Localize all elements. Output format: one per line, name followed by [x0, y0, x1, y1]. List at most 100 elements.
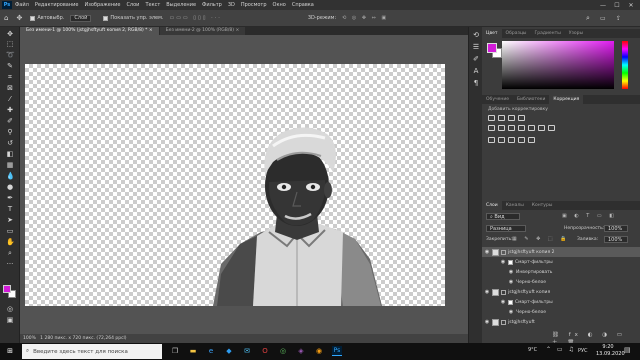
language-indicator[interactable]: РУС — [578, 348, 588, 354]
move-tool-icon[interactable]: ✥ — [16, 14, 22, 22]
mail-icon[interactable]: ✉ — [242, 346, 252, 356]
windows-start-icon[interactable]: ⊞ — [5, 346, 15, 356]
share-icon[interactable]: ⇪ — [616, 15, 621, 22]
store-icon[interactable]: ◆ — [224, 346, 234, 356]
eyedropper-tool-icon[interactable]: ⁄ — [6, 95, 14, 103]
tab-learn[interactable]: Обучение — [482, 95, 513, 104]
color-balance-icon[interactable] — [508, 125, 515, 131]
taskbar-search[interactable]: ⌕ Введите здесь текст для поиска — [22, 344, 162, 359]
layer-select-dropdown[interactable]: Слой — [70, 14, 92, 22]
edge-icon[interactable]: e — [206, 346, 216, 356]
layer-row[interactable]: ◉ Инвертировать — [482, 267, 640, 277]
brush-settings-icon[interactable]: ✐ — [472, 55, 480, 63]
type-tool-icon[interactable]: T — [6, 205, 14, 213]
maximize-button[interactable]: ☐ — [610, 0, 624, 10]
color-field[interactable] — [502, 41, 614, 89]
paragraph-panel-icon[interactable]: ¶ — [472, 79, 480, 87]
crop-tool-icon[interactable]: ⌗ — [6, 73, 14, 81]
photoshop-taskbar-icon[interactable]: Ps — [332, 346, 342, 356]
clone-stamp-tool-icon[interactable]: ⚲ — [6, 128, 14, 136]
brightness-icon[interactable] — [488, 115, 495, 121]
eye-icon[interactable]: ◉ — [506, 279, 516, 285]
tab-color[interactable]: Цвет — [482, 29, 502, 38]
notification-icon[interactable]: ▤ — [624, 346, 631, 354]
exposure-icon[interactable] — [518, 115, 525, 121]
tab-adjustments[interactable]: Коррекция — [549, 95, 584, 104]
tab-paths[interactable]: Контуры — [528, 201, 557, 210]
tab-document-2[interactable]: Без имени-2 @ 100% (RGB/8) × — [159, 27, 246, 35]
selective-color-icon[interactable] — [528, 137, 535, 143]
invert-icon[interactable] — [488, 137, 495, 143]
menu-filter[interactable]: Фильтр — [202, 2, 222, 8]
tab-libraries[interactable]: Библиотеки — [513, 95, 549, 104]
workspace-icon[interactable]: ▭ — [600, 15, 606, 22]
minimize-button[interactable]: — — [596, 0, 610, 10]
blur-tool-icon[interactable]: 💧 — [6, 172, 15, 180]
menu-layers[interactable]: Слои — [126, 2, 139, 8]
opera-icon[interactable]: O — [260, 346, 270, 356]
tray-icons[interactable]: ⌃ ▭ ♫ — [546, 346, 576, 353]
eye-icon[interactable]: ◉ — [498, 299, 508, 305]
history-panel-icon[interactable]: ⟲ — [472, 31, 480, 39]
fill-field[interactable]: 100% — [604, 236, 628, 243]
clock[interactable]: 9:20 13.09.2020 — [596, 344, 625, 358]
channel-mixer-icon[interactable] — [538, 125, 545, 131]
lock-icons[interactable]: ▦ ✎ ✥ ⬚ 🔒 — [512, 236, 569, 242]
menu-file[interactable]: Файл — [15, 2, 29, 8]
tab-document-1[interactable]: Без имени-1 @ 100% (jstgjhsftyuft копия … — [20, 27, 159, 35]
menu-view[interactable]: Просмотр — [241, 2, 267, 8]
eye-icon[interactable]: ◉ — [482, 289, 492, 295]
eye-icon[interactable]: ◉ — [482, 319, 492, 325]
tab-swatches[interactable]: Образцы — [502, 29, 531, 38]
quick-select-tool-icon[interactable]: ✎ — [6, 62, 14, 70]
history-brush-tool-icon[interactable]: ↺ — [6, 139, 14, 147]
layer-row[interactable]: ◉ Смарт-фильтры — [482, 257, 640, 267]
layer-row[interactable]: ◉ Смарт-фильтры — [482, 297, 640, 307]
menu-window[interactable]: Окно — [273, 2, 286, 8]
layer-row[interactable]: ◉ jstgjhsftyuft копия 2 — [482, 247, 640, 257]
eye-icon[interactable]: ◉ — [506, 309, 516, 315]
search-icon[interactable]: ⌕ — [586, 14, 590, 23]
chrome-icon[interactable]: ◎ — [278, 346, 288, 356]
eye-icon[interactable]: ◉ — [498, 259, 508, 265]
eraser-tool-icon[interactable]: ◧ — [6, 150, 14, 158]
character-panel-icon[interactable]: A — [472, 67, 480, 75]
blend-mode-dropdown[interactable]: Разница — [486, 225, 526, 232]
task-view-icon[interactable]: ❐ — [170, 346, 180, 356]
app-icon-2[interactable]: ◉ — [314, 346, 324, 356]
curves-icon[interactable] — [508, 115, 515, 121]
hand-tool-icon[interactable]: ✋ — [6, 238, 15, 246]
app-icon[interactable]: ◈ — [296, 346, 306, 356]
layer-row[interactable]: ◉ Черно-белое — [482, 277, 640, 287]
gradient-map-icon[interactable] — [518, 137, 525, 143]
threshold-icon[interactable] — [508, 137, 515, 143]
frame-tool-icon[interactable]: ⊠ — [6, 84, 14, 92]
align-icons[interactable]: ▭▭▭ ▯▯▯ ··· — [169, 15, 221, 21]
menu-image[interactable]: Изображение — [84, 2, 120, 8]
eye-icon[interactable]: ◉ — [482, 249, 492, 255]
menu-edit[interactable]: Редактирование — [35, 2, 79, 8]
rectangle-tool-icon[interactable]: ▭ — [6, 227, 14, 235]
brush-tool-icon[interactable]: ✐ — [6, 117, 14, 125]
lasso-tool-icon[interactable]: ➰ — [6, 51, 15, 59]
more-tools-icon[interactable]: ··· — [6, 260, 14, 268]
black-white-icon[interactable] — [518, 125, 525, 131]
dodge-tool-icon[interactable]: ● — [6, 183, 14, 191]
opacity-field[interactable]: 100% — [604, 225, 628, 232]
hue-saturation-icon[interactable] — [498, 125, 505, 131]
photo-filter-icon[interactable] — [528, 125, 535, 131]
zoom-level[interactable]: 100% — [23, 336, 36, 341]
hue-slider[interactable] — [622, 41, 628, 89]
layer-kind-filter[interactable]: ⌕ Вид — [486, 213, 520, 220]
quick-mask-icon[interactable]: ◎ — [6, 305, 14, 313]
healing-brush-tool-icon[interactable]: ✚ — [6, 106, 14, 114]
levels-icon[interactable] — [498, 115, 505, 121]
menu-type[interactable]: Текст — [145, 2, 160, 8]
color-foreground-swatch[interactable] — [487, 43, 497, 53]
layer-row[interactable]: ◉ jstgjhsftyuft копия — [482, 287, 640, 297]
document-canvas[interactable] — [25, 64, 445, 306]
tab-gradients[interactable]: Градиенты — [531, 29, 565, 38]
close-icon[interactable]: × — [149, 28, 153, 33]
file-explorer-icon[interactable]: ▬ — [188, 346, 198, 356]
zoom-tool-icon[interactable]: ⌕ — [6, 249, 14, 257]
